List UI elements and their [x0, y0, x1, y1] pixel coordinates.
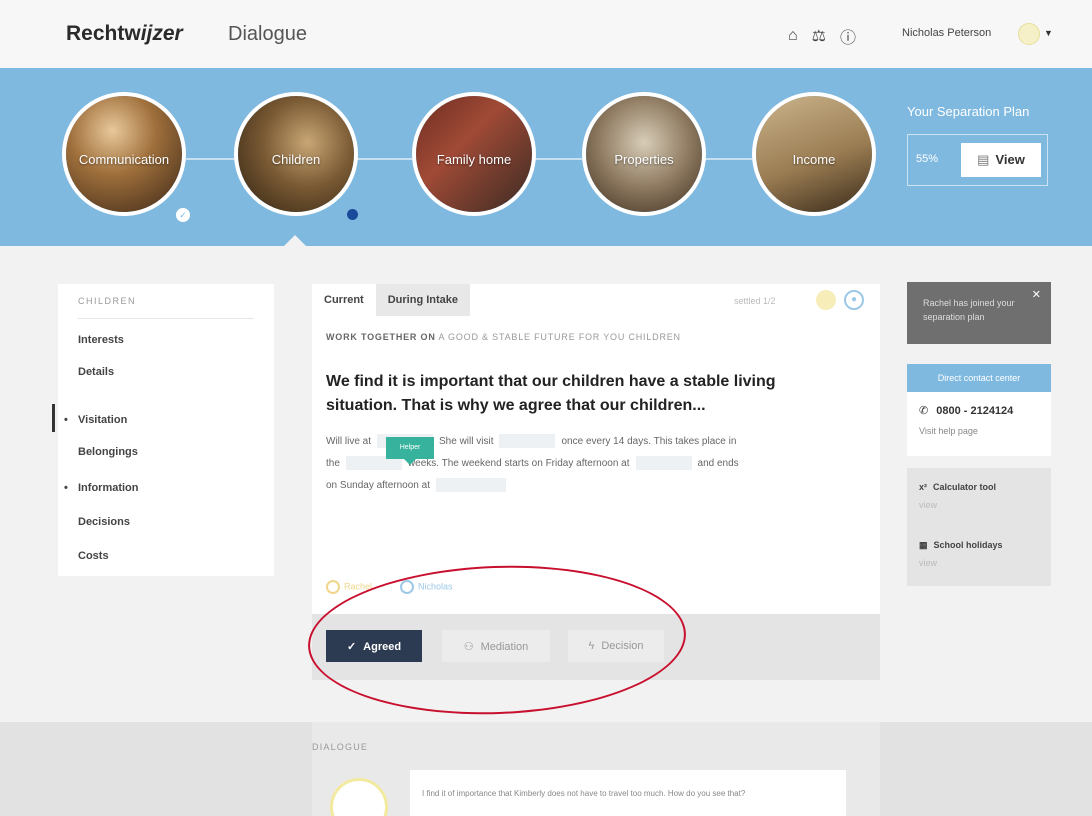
- stage-label: Children: [271, 152, 321, 167]
- stage-band: Communication ✓ Children Family home Pro…: [0, 68, 1092, 246]
- card-title: We find it is important that our childre…: [326, 373, 776, 414]
- card-subtitle: WORK TOGETHER ON A GOOD & STABLE FUTURE …: [326, 332, 681, 342]
- close-icon[interactable]: ✕: [1032, 288, 1041, 302]
- stage-label: Properties: [614, 152, 674, 167]
- user-status-icon: ●: [844, 290, 864, 310]
- dialogue-heading: DIALOGUE: [312, 742, 369, 752]
- help-page-link[interactable]: Visit help page: [919, 426, 978, 436]
- plan-title: Your Separation Plan: [907, 104, 1030, 119]
- top-icons: ⌂ ⚖ ⓘ: [788, 24, 856, 48]
- helper-tooltip: Helper: [386, 437, 434, 465]
- chevron-down-icon[interactable]: ▼: [1044, 28, 1053, 38]
- tab-current[interactable]: Current: [312, 284, 376, 316]
- blank-field[interactable]: [499, 434, 556, 449]
- check-icon: ✓: [176, 208, 190, 222]
- active-stage-pointer: [283, 235, 307, 247]
- tools-box: x² Calculator tool view ▦ School holidays …: [907, 468, 1051, 586]
- help-icon[interactable]: ⓘ: [840, 24, 856, 48]
- stage-connector: [186, 158, 234, 160]
- dialogue-message: I find it of importance that Kimberly do…: [410, 770, 846, 816]
- divider: [78, 318, 254, 319]
- home-icon[interactable]: ⌂: [788, 27, 798, 45]
- nav-item-details[interactable]: Details: [78, 366, 114, 378]
- calculator-view-link[interactable]: view: [919, 500, 937, 510]
- school-holidays-tool[interactable]: ▦ School holidays: [919, 540, 1003, 551]
- blank-field[interactable]: [435, 478, 506, 493]
- plan-box: 55% ▤ View: [907, 134, 1048, 186]
- section-nav: CHILDREN Interests Details Visitation Be…: [58, 284, 274, 576]
- settled-count: settled 1/2: [734, 296, 776, 306]
- calculator-icon: x²: [919, 482, 928, 492]
- nav-item-interests[interactable]: Interests: [78, 334, 124, 346]
- nav-item-information[interactable]: Information: [64, 482, 138, 494]
- join-notification: Rachel has joined your separation plan ✕: [907, 282, 1051, 344]
- stage-connector: [534, 158, 582, 160]
- status-ring-icon: [326, 580, 340, 594]
- view-plan-button[interactable]: ▤ View: [961, 143, 1041, 177]
- nav-item-visitation[interactable]: Visitation: [64, 414, 127, 426]
- scales-icon[interactable]: ⚖: [812, 26, 826, 46]
- stage-income[interactable]: Income: [752, 92, 876, 216]
- phone-icon: ✆: [919, 405, 929, 417]
- brand-logo[interactable]: Rechtwijzer: [66, 22, 183, 46]
- product-name: Dialogue: [228, 23, 307, 45]
- partner-avatar: [816, 290, 836, 310]
- blank-field[interactable]: [635, 456, 692, 471]
- stage-label: Communication: [78, 152, 170, 167]
- contact-box: Direct contact center ✆ 0800 - 2124124 Vi…: [907, 364, 1051, 456]
- stage-properties[interactable]: Properties: [582, 92, 706, 216]
- nav-heading: CHILDREN: [78, 296, 137, 306]
- notice-text: Rachel has joined your separation plan: [923, 298, 1015, 322]
- stage-connector: [704, 158, 752, 160]
- plan-percent: 55%: [916, 153, 939, 165]
- contact-center-button[interactable]: Direct contact center: [907, 364, 1051, 392]
- stage-family-home[interactable]: Family home: [412, 92, 536, 216]
- calendar-icon: ▦: [919, 540, 928, 550]
- user-avatar[interactable]: [1018, 23, 1040, 45]
- progress-dot: [347, 209, 358, 220]
- nav-item-costs[interactable]: Costs: [78, 550, 109, 562]
- user-name[interactable]: Nicholas Peterson: [902, 27, 991, 39]
- nav-item-decisions[interactable]: Decisions: [78, 516, 130, 528]
- stage-connector: [356, 158, 412, 160]
- tab-during-intake[interactable]: During Intake: [375, 284, 471, 316]
- phone-number: ✆ 0800 - 2124124: [919, 405, 1014, 417]
- stage-label: Family home: [436, 152, 512, 167]
- calculator-tool[interactable]: x² Calculator tool: [919, 482, 996, 492]
- stage-communication[interactable]: Communication: [62, 92, 186, 216]
- tabs: Current During Intake: [312, 284, 471, 316]
- stage-label: Income: [792, 152, 836, 167]
- document-icon: ▤: [977, 152, 990, 167]
- stage-children[interactable]: Children: [234, 92, 358, 216]
- nav-item-belongings[interactable]: Belongings: [78, 446, 138, 458]
- question-card: Current During Intake settled 1/2 ● WORK…: [312, 284, 880, 614]
- active-indicator: [52, 404, 55, 432]
- school-holidays-view-link[interactable]: view: [919, 558, 937, 568]
- top-bar: Rechtwijzer Dialogue ⌂ ⚖ ⓘ Nicholas Pete…: [0, 0, 1092, 68]
